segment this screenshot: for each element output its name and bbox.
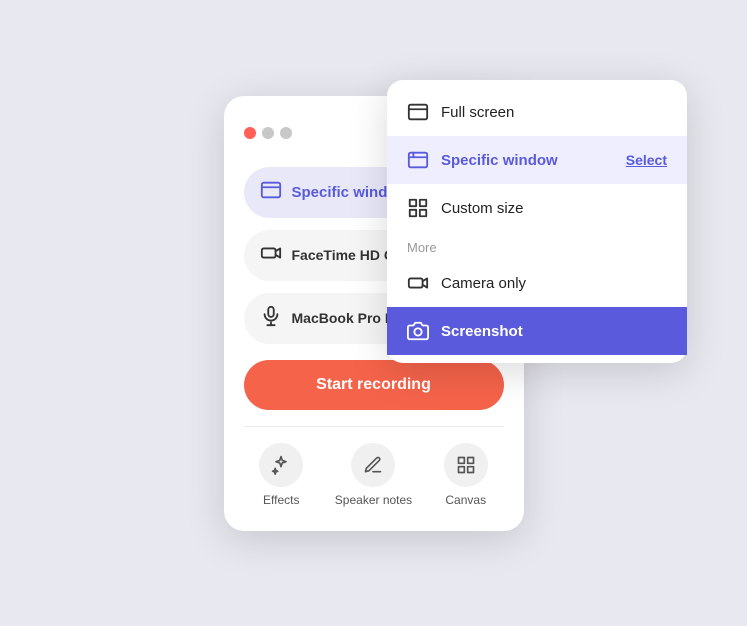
specific-window-dropdown-icon	[407, 149, 429, 171]
more-section-label: More	[387, 232, 687, 259]
dropdown-panel: Full screen Specific window Select Custo…	[387, 80, 687, 363]
dropdown-item-custom-size[interactable]: Custom size	[387, 184, 687, 232]
custom-size-label: Custom size	[441, 200, 667, 217]
bottom-icons: Effects Speaker notes Canvas	[244, 443, 504, 507]
screenshot-label: Screenshot	[441, 323, 667, 340]
traffic-lights	[244, 127, 292, 139]
mic-icon	[260, 305, 282, 332]
divider	[244, 426, 504, 427]
specific-window-dropdown-label: Specific window	[441, 152, 614, 169]
effects-icon	[259, 443, 303, 487]
canvas-label: Canvas	[445, 493, 486, 507]
full-screen-icon	[407, 101, 429, 123]
custom-size-icon	[407, 197, 429, 219]
window-icon	[260, 179, 282, 206]
speaker-notes-item[interactable]: Speaker notes	[335, 443, 412, 507]
effects-item[interactable]: Effects	[259, 443, 303, 507]
dropdown-item-specific-window[interactable]: Specific window Select	[387, 136, 687, 184]
canvas-item[interactable]: Canvas	[444, 443, 488, 507]
camera-icon	[260, 242, 282, 269]
maximize-button[interactable]	[280, 127, 292, 139]
dropdown-item-full-screen[interactable]: Full screen	[387, 88, 687, 136]
full-screen-label: Full screen	[441, 104, 667, 121]
speaker-notes-icon	[351, 443, 395, 487]
screenshot-icon	[407, 320, 429, 342]
dropdown-item-camera-only[interactable]: Camera only	[387, 259, 687, 307]
canvas-icon	[444, 443, 488, 487]
minimize-button[interactable]	[262, 127, 274, 139]
camera-only-label: Camera only	[441, 275, 667, 292]
effects-label: Effects	[263, 493, 299, 507]
start-recording-button[interactable]: Start recording	[244, 360, 504, 410]
dropdown-item-screenshot[interactable]: Screenshot	[387, 307, 687, 355]
close-button[interactable]	[244, 127, 256, 139]
camera-only-icon	[407, 272, 429, 294]
speaker-notes-label: Speaker notes	[335, 493, 412, 507]
select-link[interactable]: Select	[626, 152, 667, 168]
